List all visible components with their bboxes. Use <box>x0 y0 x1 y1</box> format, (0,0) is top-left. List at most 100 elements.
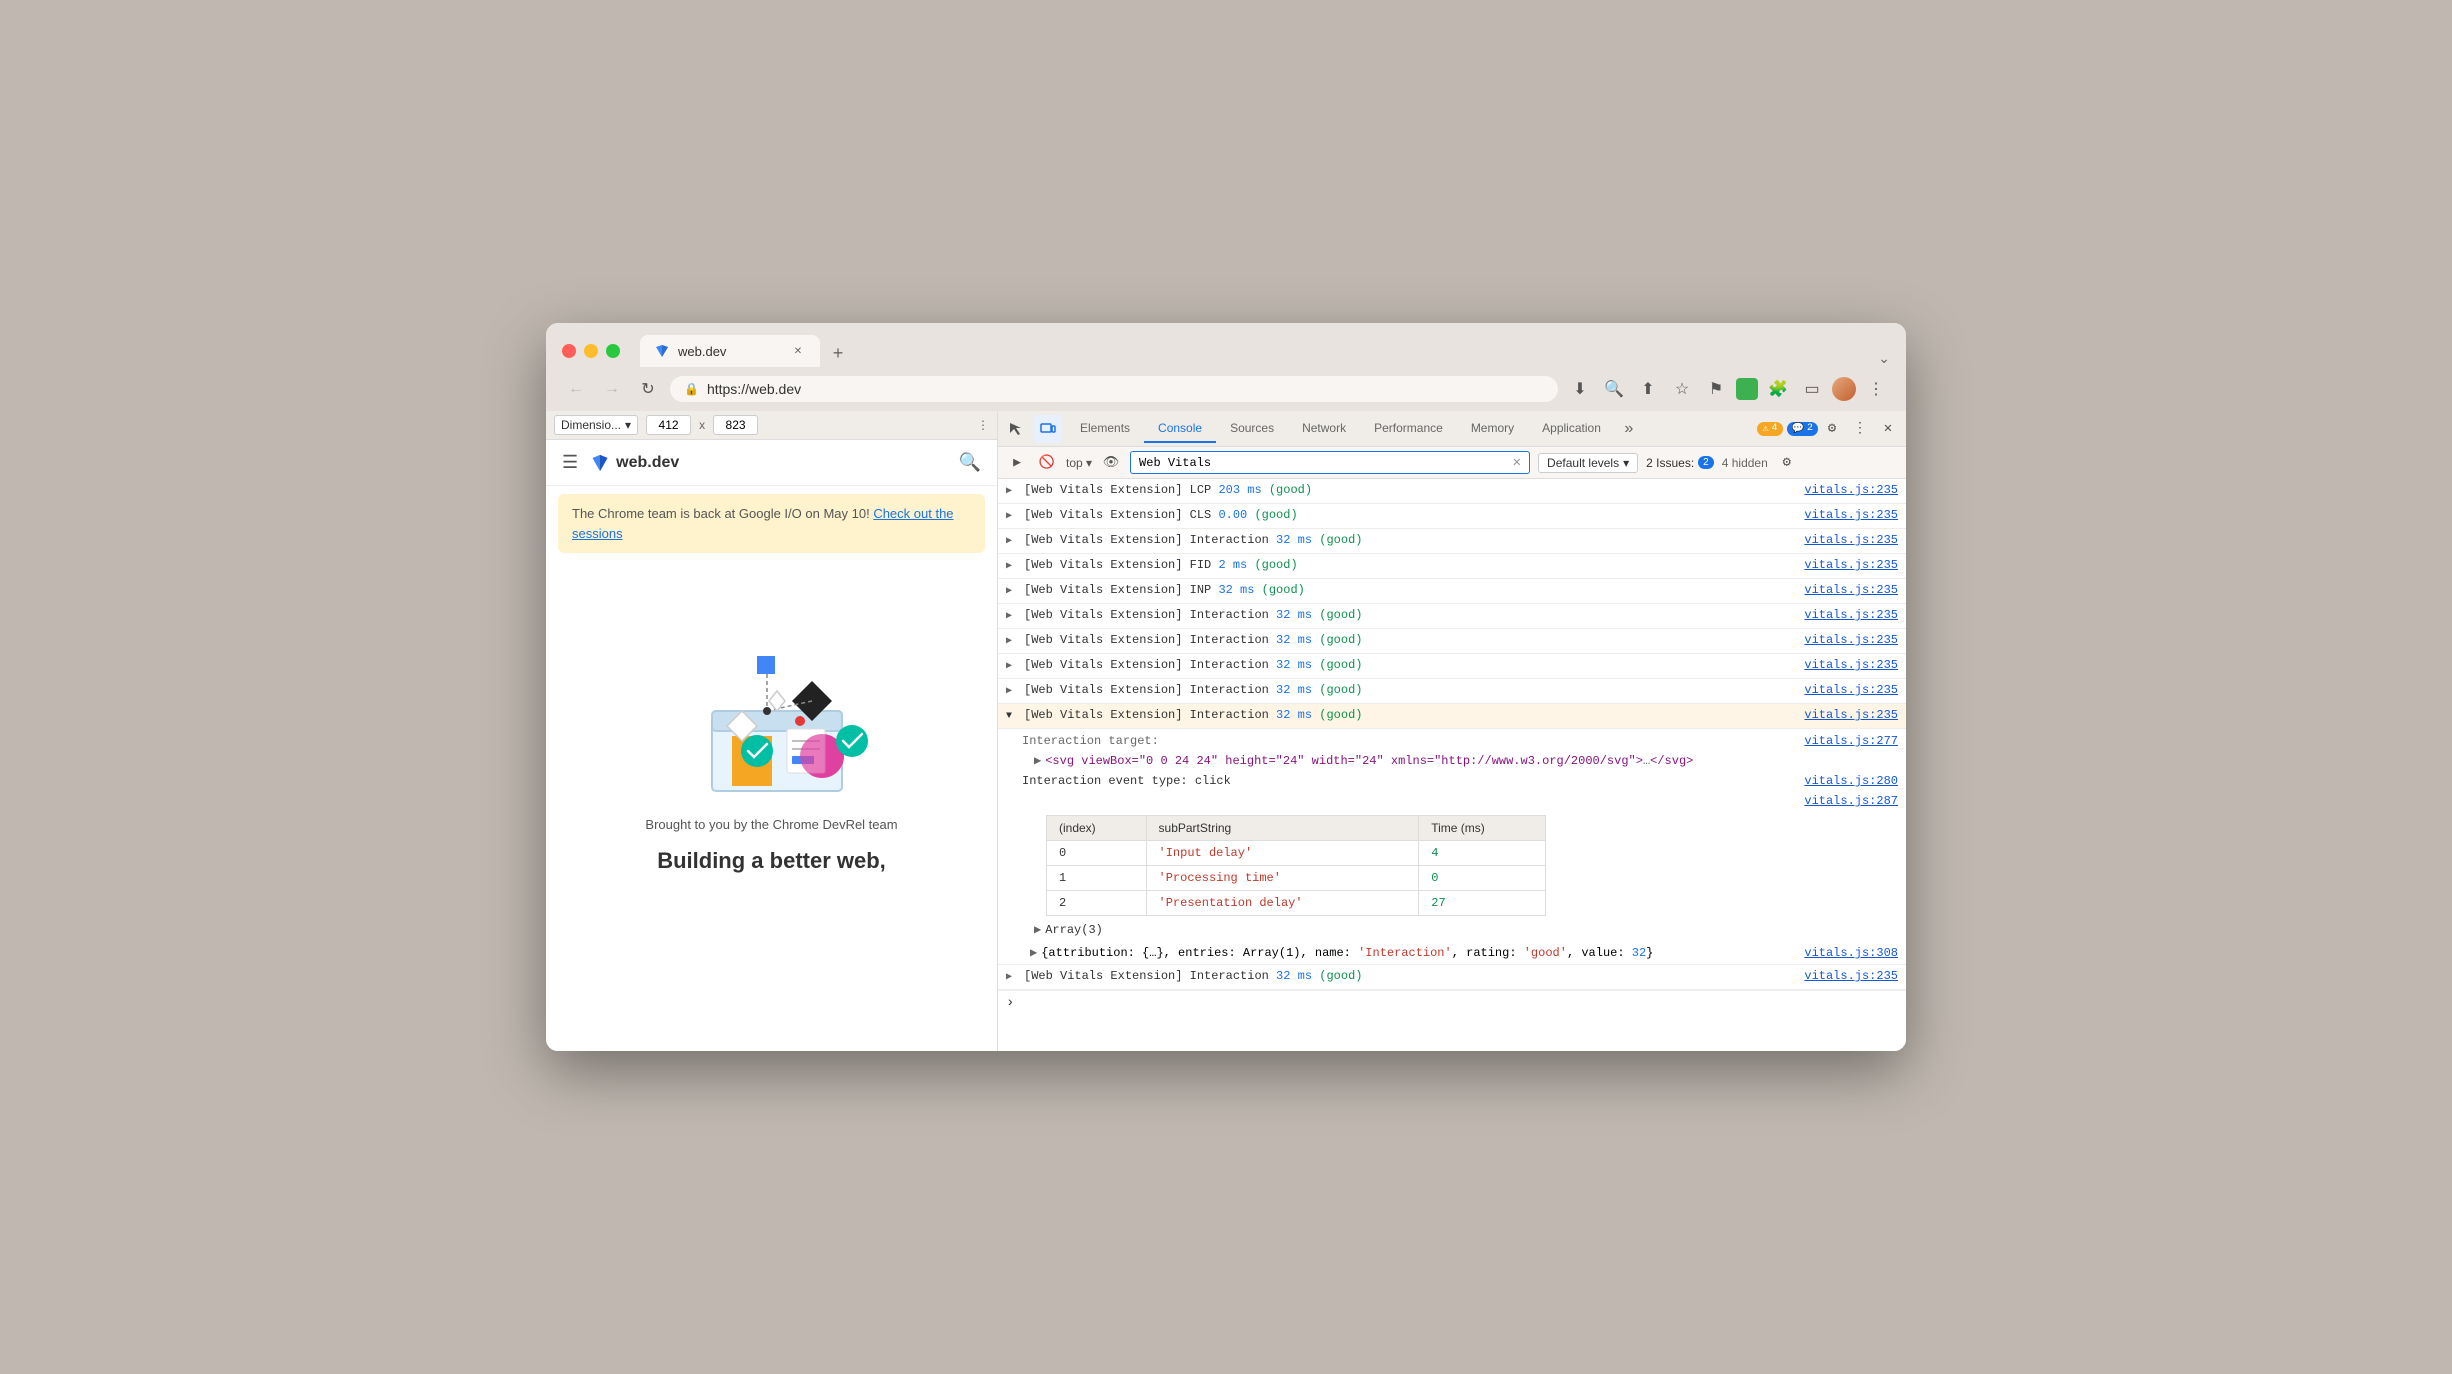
attribution-text: {attribution: {…}, entries: Array(1), na… <box>1041 944 1792 962</box>
devtools-close-icon[interactable]: ✕ <box>1874 415 1902 443</box>
download-icon[interactable]: ⬇ <box>1566 375 1594 403</box>
share-icon[interactable]: ⬆ <box>1634 375 1662 403</box>
illustration-image <box>652 581 892 801</box>
sidebar-toggle-icon[interactable]: ▭ <box>1798 375 1826 403</box>
issues-button[interactable]: 2 Issues: 2 <box>1646 456 1714 470</box>
more-tabs-icon[interactable]: » <box>1615 415 1643 443</box>
height-input[interactable] <box>713 415 758 435</box>
filter-text-input[interactable] <box>1139 456 1509 470</box>
empty-link[interactable]: vitals.js:287 <box>1792 792 1898 810</box>
puzzle-icon[interactable]: 🧩 <box>1764 375 1792 403</box>
maximize-button[interactable] <box>606 344 620 358</box>
avatar[interactable] <box>1832 377 1856 401</box>
console-log-text: [Web Vitals Extension] INP 32 ms (good) <box>1024 581 1792 599</box>
table-row: 1 'Processing time' 0 <box>1047 866 1546 891</box>
eye-icon[interactable]: 👁 <box>1100 452 1122 474</box>
console-source-link[interactable]: vitals.js:235 <box>1792 656 1898 674</box>
console-source-link[interactable]: vitals.js:235 <box>1792 531 1898 549</box>
console-filter-input[interactable]: ✕ <box>1130 451 1530 474</box>
tab-sources[interactable]: Sources <box>1216 415 1288 443</box>
minimize-button[interactable] <box>584 344 598 358</box>
device-mode-icon[interactable] <box>1034 415 1062 443</box>
tab-performance[interactable]: Performance <box>1360 415 1457 443</box>
search-icon[interactable]: 🔍 <box>959 452 981 473</box>
back-button[interactable]: ← <box>562 375 590 403</box>
warning-badge[interactable]: ⚠ 4 <box>1757 422 1782 436</box>
row-expand-icon[interactable]: ▶ <box>1006 508 1020 526</box>
row-expand-icon[interactable]: ▶ <box>1006 483 1020 501</box>
row-expand-icon[interactable]: ▶ <box>1006 558 1020 576</box>
context-selector[interactable]: top ▾ <box>1066 456 1092 470</box>
green-square-icon[interactable] <box>1736 378 1758 400</box>
row-expand-icon[interactable]: ▶ <box>1006 533 1020 551</box>
console-run-icon[interactable]: ▶ <box>1006 452 1028 474</box>
tab-elements[interactable]: Elements <box>1066 415 1144 443</box>
console-source-link[interactable]: vitals.js:235 <box>1792 556 1898 574</box>
console-source-link[interactable]: vitals.js:235 <box>1792 506 1898 524</box>
console-repl-input[interactable] <box>1018 996 1898 1010</box>
devtools-settings-icon[interactable]: ⚙ <box>1818 415 1846 443</box>
console-clear-icon[interactable]: 🚫 <box>1036 452 1058 474</box>
levels-chevron-icon: ▾ <box>1623 456 1629 470</box>
webdev-logo[interactable]: web.dev <box>590 453 679 473</box>
svg-expand-icon[interactable]: ▶ <box>1034 752 1041 770</box>
clear-filter-icon[interactable]: ✕ <box>1513 454 1521 471</box>
tabs-row: web.dev ✕ + ⌄ <box>640 335 1890 367</box>
inspect-element-icon[interactable] <box>1002 415 1030 443</box>
hamburger-menu-icon[interactable]: ☰ <box>562 452 578 473</box>
devtools-more-icon[interactable]: ⋮ <box>1846 415 1874 443</box>
console-caret-icon: › <box>1006 995 1014 1011</box>
address-text: https://web.dev <box>707 381 1544 397</box>
array-expand-icon[interactable]: ▶ <box>1034 921 1041 939</box>
row-expand-icon[interactable]: ▶ <box>1006 969 1020 987</box>
device-dropdown[interactable]: Dimensio... ▾ <box>554 415 638 435</box>
address-bar[interactable]: 🔒 https://web.dev <box>670 376 1558 402</box>
interaction-event-link[interactable]: vitals.js:280 <box>1792 772 1898 790</box>
console-source-link[interactable]: vitals.js:235 <box>1792 967 1898 985</box>
banner-text: The Chrome team is back at Google I/O on… <box>572 506 873 521</box>
console-source-link[interactable]: vitals.js:235 <box>1792 681 1898 699</box>
flag-icon[interactable]: ⚑ <box>1702 375 1730 403</box>
tab-close-button[interactable]: ✕ <box>790 343 806 359</box>
row-expand-icon[interactable]: ▶ <box>1006 633 1020 651</box>
tabs-chevron-icon[interactable]: ⌄ <box>1878 350 1890 367</box>
tab-console[interactable]: Console <box>1144 415 1216 443</box>
levels-label: Default levels <box>1547 456 1619 470</box>
info-badge[interactable]: 💬 2 <box>1787 422 1818 436</box>
table-header-index: (index) <box>1047 816 1147 841</box>
tab-memory[interactable]: Memory <box>1457 415 1528 443</box>
interaction-target-link[interactable]: vitals.js:277 <box>1792 732 1898 750</box>
table-cell-time: 0 <box>1419 866 1546 891</box>
console-settings-icon[interactable]: ⚙ <box>1776 452 1798 474</box>
console-source-link[interactable]: vitals.js:235 <box>1792 481 1898 499</box>
row-collapse-icon[interactable]: ▼ <box>1006 708 1020 726</box>
bookmark-icon[interactable]: ☆ <box>1668 375 1696 403</box>
devtools-icon-buttons <box>1002 415 1062 443</box>
tab-application[interactable]: Application <box>1528 415 1615 443</box>
tab-performance-label: Performance <box>1374 421 1443 435</box>
tab-network[interactable]: Network <box>1288 415 1360 443</box>
console-source-link[interactable]: vitals.js:235 <box>1792 606 1898 624</box>
zoom-icon[interactable]: 🔍 <box>1600 375 1628 403</box>
row-expand-icon[interactable]: ▶ <box>1006 683 1020 701</box>
console-source-link[interactable]: vitals.js:235 <box>1792 631 1898 649</box>
console-content[interactable]: ▶ [Web Vitals Extension] LCP 203 ms (goo… <box>998 479 1906 1051</box>
console-source-link[interactable]: vitals.js:235 <box>1792 706 1898 724</box>
row-expand-icon[interactable]: ▶ <box>1006 608 1020 626</box>
row-expand-icon[interactable]: ▶ <box>1006 658 1020 676</box>
dimension-more-icon[interactable]: ⋮ <box>977 418 989 432</box>
close-button[interactable] <box>562 344 576 358</box>
width-input[interactable] <box>646 415 691 435</box>
row-expand-icon[interactable]: ▶ <box>1006 583 1020 601</box>
console-log-row: ▶ [Web Vitals Extension] Interaction 32 … <box>998 965 1906 990</box>
console-source-link[interactable]: vitals.js:235 <box>1792 581 1898 599</box>
browser-tab[interactable]: web.dev ✕ <box>640 335 820 367</box>
attribution-expand-icon[interactable]: ▶ <box>1030 944 1037 962</box>
new-tab-button[interactable]: + <box>824 339 852 367</box>
more-options-icon[interactable]: ⋮ <box>1862 375 1890 403</box>
log-levels-dropdown[interactable]: Default levels ▾ <box>1538 453 1638 473</box>
forward-button[interactable]: → <box>598 375 626 403</box>
hidden-count: 4 hidden <box>1722 456 1768 470</box>
attribution-link[interactable]: vitals.js:308 <box>1792 944 1898 962</box>
reload-button[interactable]: ↻ <box>634 375 662 403</box>
